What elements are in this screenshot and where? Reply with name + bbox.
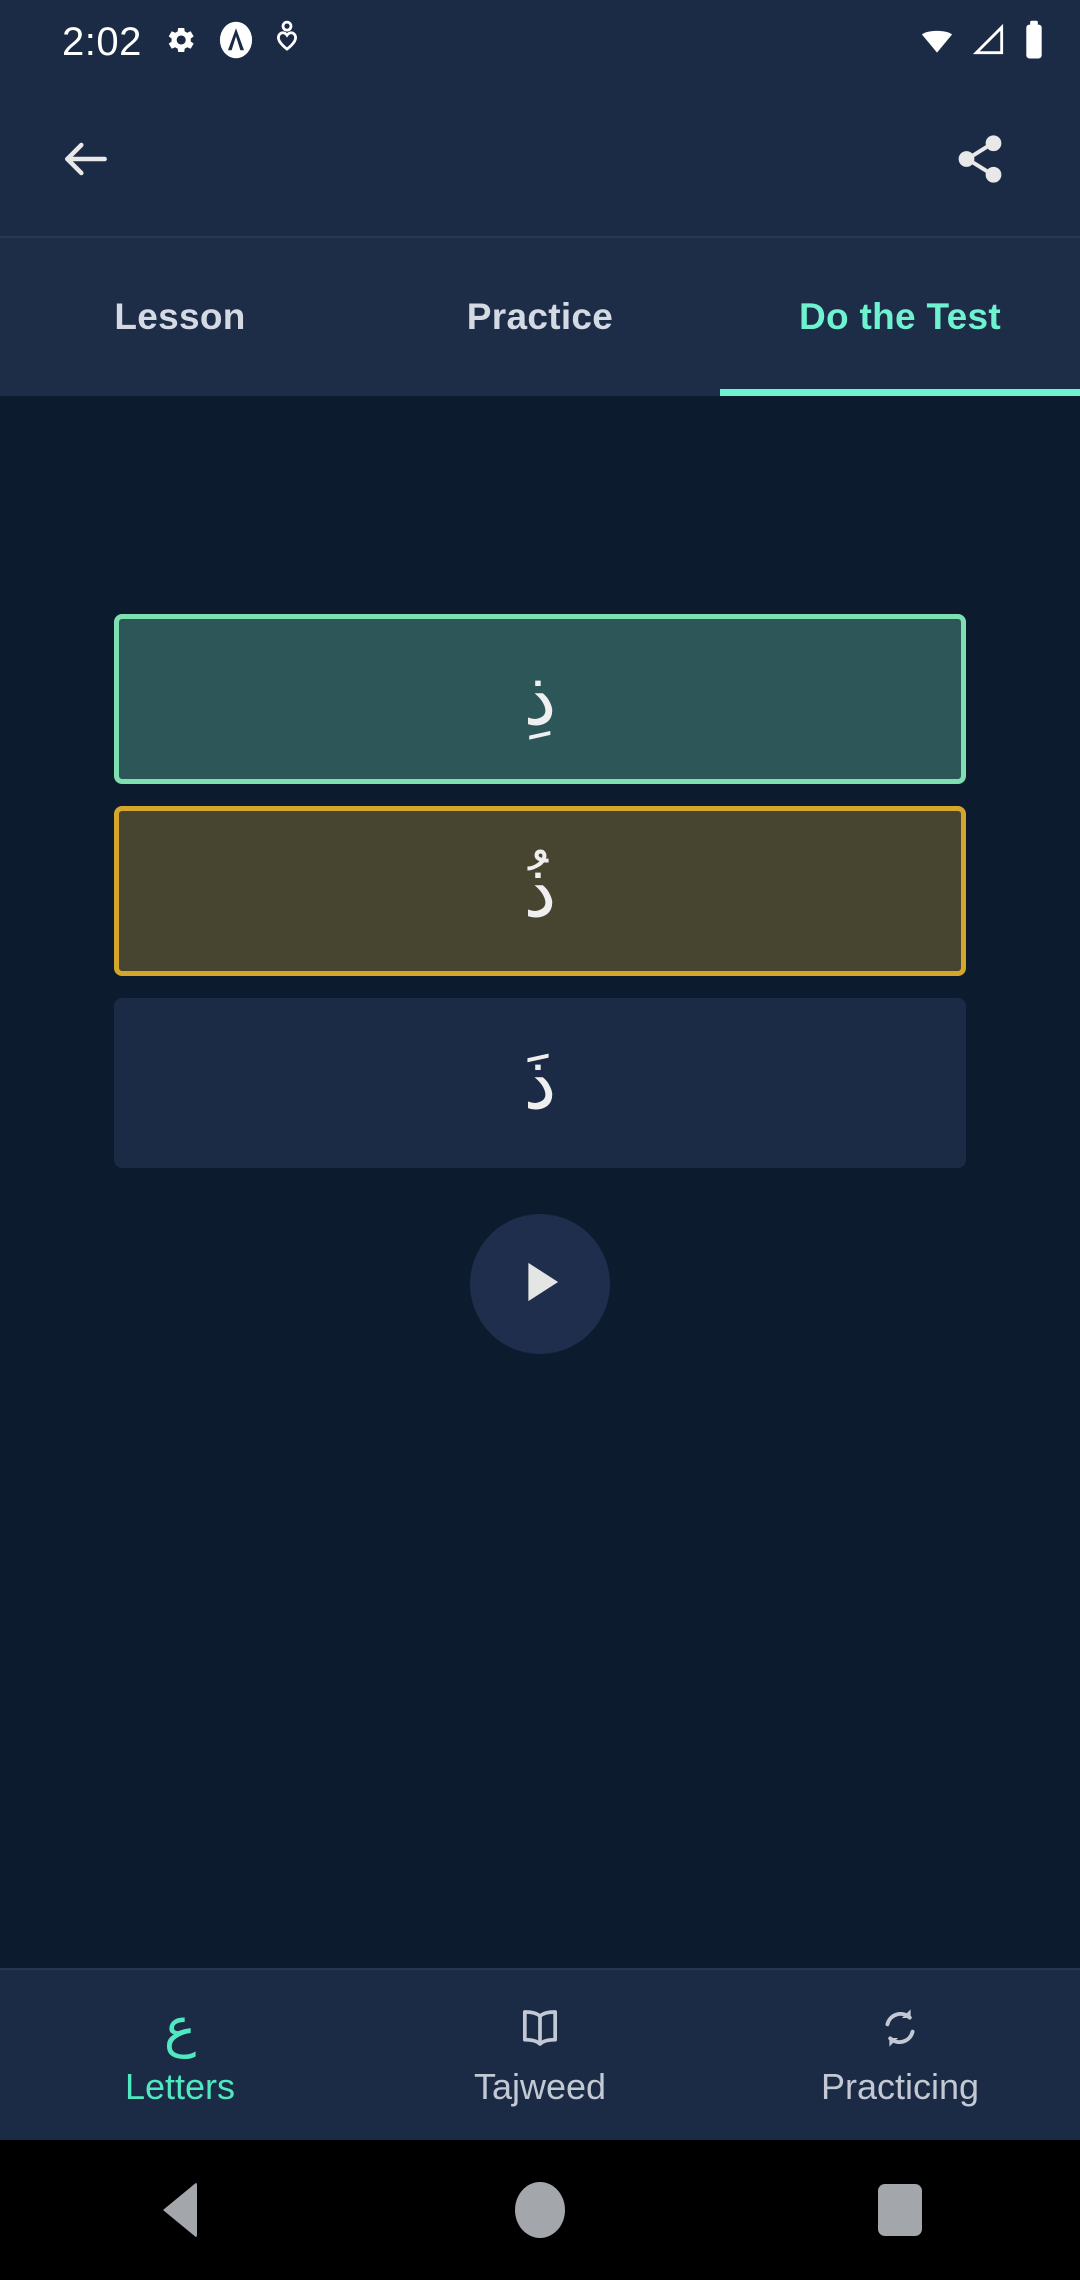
- sync-refresh-icon: [874, 2000, 926, 2056]
- nav-item-letters[interactable]: ع Letters: [0, 2000, 360, 2108]
- nav-item-practicing[interactable]: Practicing: [720, 2000, 1080, 2108]
- share-icon: [953, 132, 1007, 191]
- active-tab-indicator: [720, 389, 1080, 396]
- share-button[interactable]: [932, 113, 1028, 209]
- tab-do-the-test-label: Do the Test: [798, 296, 1001, 337]
- cellular-signal-icon: [970, 21, 1008, 64]
- status-clock: 2:02: [62, 19, 142, 64]
- battery-icon: [1022, 20, 1046, 65]
- play-button-container: [0, 1214, 1080, 1354]
- tab-practice-label: Practice: [466, 296, 614, 337]
- system-home-button[interactable]: [480, 2165, 600, 2255]
- system-back-button[interactable]: [120, 2165, 240, 2255]
- status-bar-right: [918, 20, 1046, 65]
- arabic-ain-letter-icon: ع: [163, 1996, 197, 2059]
- bottom-navigation: ع Letters Tajweed Practicing: [0, 1968, 1080, 2140]
- nav-item-tajweed[interactable]: Tajweed: [360, 2000, 720, 2108]
- answer-option-letter: ذُ: [523, 847, 557, 934]
- status-bar-left: 2:02: [62, 20, 300, 65]
- app-logo-icon: [218, 21, 254, 64]
- tab-do-the-test[interactable]: Do the Test: [720, 238, 1080, 396]
- answer-option-default[interactable]: ذَ: [114, 998, 966, 1168]
- home-circle-icon: [515, 2182, 565, 2238]
- play-audio-button[interactable]: [470, 1214, 610, 1354]
- android-system-navigation: [0, 2140, 1080, 2280]
- recents-square-icon: [878, 2184, 922, 2236]
- answer-option-selected[interactable]: ذُ: [114, 806, 966, 976]
- tab-lesson-label: Lesson: [114, 296, 246, 337]
- nav-item-tajweed-label: Tajweed: [473, 2066, 607, 2107]
- back-arrow-icon: [58, 131, 114, 192]
- back-triangle-icon: [163, 2182, 197, 2238]
- back-button[interactable]: [38, 113, 134, 209]
- tab-bar: Lesson Practice Do the Test: [0, 238, 1080, 396]
- gear-icon: [162, 22, 198, 63]
- nav-item-practicing-label: Practicing: [820, 2066, 980, 2107]
- play-icon: [509, 1251, 571, 1318]
- tab-practice[interactable]: Practice: [360, 238, 720, 396]
- answer-option-correct[interactable]: ذِ: [114, 614, 966, 784]
- answer-option-letter: ذَ: [523, 1039, 557, 1126]
- system-recents-button[interactable]: [840, 2165, 960, 2255]
- answer-options-list: ذِ ذُ ذَ: [114, 614, 966, 1168]
- nav-item-letters-label: Letters: [124, 2066, 236, 2107]
- test-content: ذِ ذُ ذَ: [0, 396, 1080, 1968]
- location-heart-icon: [274, 20, 300, 65]
- status-bar: 2:02: [0, 0, 1080, 84]
- wifi-icon: [918, 21, 956, 64]
- phone-screen: 2:02 Lesson Practice Do the Test ذِ ذُ ذ…: [0, 0, 1080, 2280]
- answer-option-letter: ذِ: [523, 655, 557, 742]
- app-bar: [0, 84, 1080, 238]
- open-book-icon: [514, 2000, 566, 2056]
- tab-lesson[interactable]: Lesson: [0, 238, 360, 396]
